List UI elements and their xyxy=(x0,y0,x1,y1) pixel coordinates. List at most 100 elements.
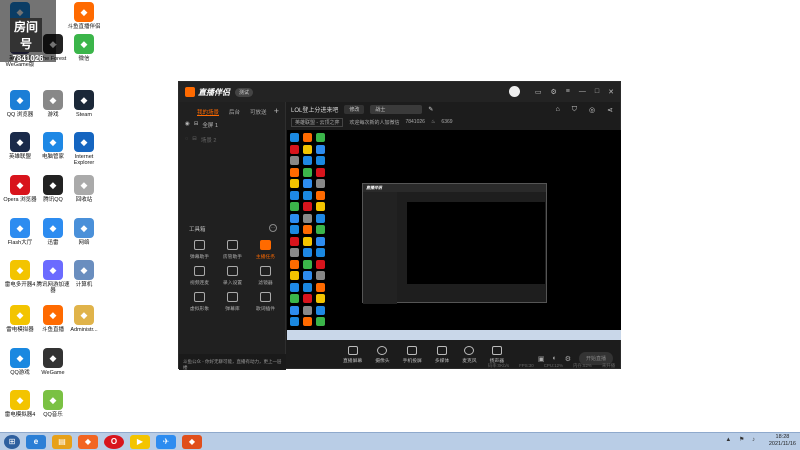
desktop-shortcut-label: 斗鱼直播伴侣 xyxy=(67,24,101,30)
notice-bar[interactable]: 斗鱼公众 - 你好无聊可能，直播有动力，更上一层楼 xyxy=(179,354,286,370)
taskbar-opera-icon[interactable]: O xyxy=(104,434,124,449)
start-button[interactable]: ⊞ xyxy=(4,434,20,449)
category-select[interactable]: 战士 xyxy=(370,104,423,114)
recursive-preview: 直播伴侣 xyxy=(362,183,547,304)
add-scene-icon[interactable]: + xyxy=(274,106,279,116)
desktop-shortcut[interactable]: ◆ 雷电模拟器 xyxy=(2,305,38,333)
desktop-shortcut[interactable]: ◆ 雷电多开器4 xyxy=(2,260,38,288)
douyu-live-icon: ◆ xyxy=(43,305,63,325)
desktop-shortcut[interactable]: ◆ Opera 浏览器 xyxy=(2,175,38,203)
desktop: ◆QQ游戏◆斗鱼直播伴侣◆英雄联盟 WeGame版◆The Forest◆微信◆… xyxy=(0,0,800,432)
room-badge-title: 房间号 xyxy=(10,18,42,52)
tool-item[interactable]: 视频连麦 xyxy=(183,266,216,286)
minimize-icon[interactable]: — xyxy=(579,88,586,95)
scene-item-1[interactable]: ◉ ⊟ 全屏 1 xyxy=(179,116,285,134)
pc-manager-icon: ◆ xyxy=(43,132,63,152)
edit-title-button[interactable]: 修改 xyxy=(344,104,365,114)
desktop-shortcut[interactable]: ◆ 雷电模拟器4 xyxy=(2,390,38,418)
pencil-icon[interactable]: ✎ xyxy=(428,106,433,113)
desktop-shortcut[interactable]: ◆ QQ游戏 xyxy=(2,348,38,376)
preview-shortcut-icon xyxy=(303,190,312,200)
taskbar-ldplayer-icon[interactable]: ▶ xyxy=(130,434,150,449)
toolbar-button-icon xyxy=(464,346,475,355)
version-badge[interactable]: 测试 xyxy=(235,87,254,97)
preview-shortcut-icon xyxy=(303,317,312,326)
preview-shortcut-icon xyxy=(290,133,299,142)
preview-shortcut-icon xyxy=(316,236,325,246)
stream-preview[interactable]: 直播伴侣 xyxy=(287,130,621,340)
admin-folder-icon: ◆ xyxy=(74,305,94,325)
taskbar-douyu-icon[interactable]: ◆ xyxy=(78,434,98,449)
desktop-shortcut[interactable]: ◆ Flash大厅 xyxy=(2,218,38,246)
preview-shortcut-icon xyxy=(303,167,312,177)
screenshot-icon[interactable]: ▭ xyxy=(535,88,542,96)
tab-background[interactable]: 后台 xyxy=(229,108,240,116)
share-icon[interactable]: ⋖ xyxy=(607,106,613,114)
desktop-shortcut[interactable]: ◆ Internet Explorer xyxy=(66,132,102,167)
toolbar-button-icon xyxy=(437,346,448,355)
douyu-assistant-window: 直播伴侣 测试 ▭ ⚙ ≡ — □ ✕ 我的场景 后台 可放送 + ◉ ⊟ 全屏… xyxy=(178,81,621,370)
status-bar: 码率:0Kb/s FPS:30 CPU:12% 内存:52% 未开播 xyxy=(287,361,621,370)
hot-count: 6369 xyxy=(441,119,453,125)
maximize-icon[interactable]: □ xyxy=(595,88,599,95)
preview-shortcut-icon xyxy=(303,213,312,223)
tool-item[interactable]: 歌词插件 xyxy=(249,292,282,312)
game-tag[interactable]: 英雄联盟 - 云顶之弈 xyxy=(291,117,344,127)
preview-shortcut-icon xyxy=(290,202,299,211)
desktop-shortcut[interactable]: ◆ QQ 浏览器 xyxy=(2,90,38,118)
clock[interactable]: 18:28 2021/11/16 xyxy=(769,434,796,448)
title-bar[interactable]: 直播伴侣 测试 ▭ ⚙ ≡ — □ ✕ xyxy=(179,82,620,102)
desktop-shortcut[interactable]: ◆ 英雄联盟 xyxy=(2,132,38,160)
tool-item[interactable]: 弹幕助手 xyxy=(183,240,216,260)
tool-icon xyxy=(260,266,271,276)
lock-2-icon[interactable]: ⊟ xyxy=(192,136,197,144)
desktop-shortcut[interactable]: ◆ 微信 xyxy=(66,34,102,62)
ldplayer4-icon: ◆ xyxy=(10,390,30,410)
toolbox-grid: 弹幕助手 房管助手 主播任务视频连麦 录入设置 滤镜器虚拟形象 弹幕库 歌词插件 xyxy=(183,240,283,312)
preview-shortcut-icon xyxy=(316,248,325,257)
tool-item[interactable]: 滤镜器 xyxy=(249,266,282,286)
shield-icon[interactable]: ⛉ xyxy=(572,106,577,114)
lock-icon[interactable]: ⊟ xyxy=(194,121,199,129)
preview-shortcut-icon xyxy=(303,294,312,303)
tool-item[interactable]: 主播任务 xyxy=(249,240,282,260)
eye-icon[interactable]: ◉ xyxy=(185,121,190,129)
eye-off-icon[interactable]: ◌ xyxy=(185,136,188,144)
desktop-shortcut[interactable]: ◆ 回收站 xyxy=(66,175,102,203)
tool-item[interactable]: 弹幕库 xyxy=(216,292,249,312)
tab-my-scenes[interactable]: 我的场景 xyxy=(197,108,220,116)
taskbar-ie-icon[interactable]: e xyxy=(26,434,46,449)
close-icon[interactable]: ✕ xyxy=(608,88,614,96)
opera-icon: ◆ xyxy=(10,175,30,195)
location-icon[interactable]: ◎ xyxy=(589,106,595,114)
settings-icon[interactable]: ⚙ xyxy=(551,88,557,96)
ldplayer-icon: ◆ xyxy=(10,305,30,325)
desktop-shortcut-label: 雷电多开器4 xyxy=(4,282,36,288)
system-tray[interactable]: ▲ ⚑ ♪ xyxy=(725,436,758,443)
taskbar-folder-icon[interactable]: ▤ xyxy=(52,434,72,449)
tab-broadcast[interactable]: 可放送 xyxy=(250,108,267,116)
preview-shortcut-icon xyxy=(303,282,312,292)
tool-item[interactable]: 虚拟形象 xyxy=(183,292,216,312)
desktop-shortcut[interactable]: ◆ 斗鱼直播伴侣 xyxy=(66,2,102,30)
taskbar-assistant-icon[interactable]: ◆ xyxy=(182,434,202,449)
desktop-shortcut[interactable]: ◆ 计算机 xyxy=(66,260,102,288)
gift-icon[interactable]: ⌂ xyxy=(556,106,560,114)
desktop-shortcut[interactable]: ◆ WeGame xyxy=(35,348,71,376)
avatar[interactable] xyxy=(508,86,520,97)
fire-icon: ♨ xyxy=(430,119,436,125)
desktop-shortcut[interactable]: ◆ 网络 xyxy=(66,218,102,246)
desktop-shortcut-label: QQ音乐 xyxy=(43,412,63,418)
desktop-shortcut[interactable]: ◆ Administr... xyxy=(66,305,102,333)
desktop-shortcut[interactable]: ◆ Steam xyxy=(66,90,102,118)
tool-item[interactable]: 录入设置 xyxy=(216,266,249,286)
clock-time: 18:28 xyxy=(775,434,790,440)
taskbar-xunlei-icon[interactable]: ✈ xyxy=(156,434,176,449)
menu-icon[interactable]: ≡ xyxy=(566,88,570,95)
more-tools-icon[interactable]: ··· xyxy=(269,224,277,232)
desktop-shortcut[interactable]: ◆ QQ音乐 xyxy=(35,390,71,418)
preview-shortcut-icon xyxy=(303,144,312,154)
preview-shortcut-icon xyxy=(316,305,325,315)
scene-item-2[interactable]: ◌ ⊟ 场景 2 xyxy=(179,134,285,149)
tool-item[interactable]: 房管助手 xyxy=(216,240,249,260)
